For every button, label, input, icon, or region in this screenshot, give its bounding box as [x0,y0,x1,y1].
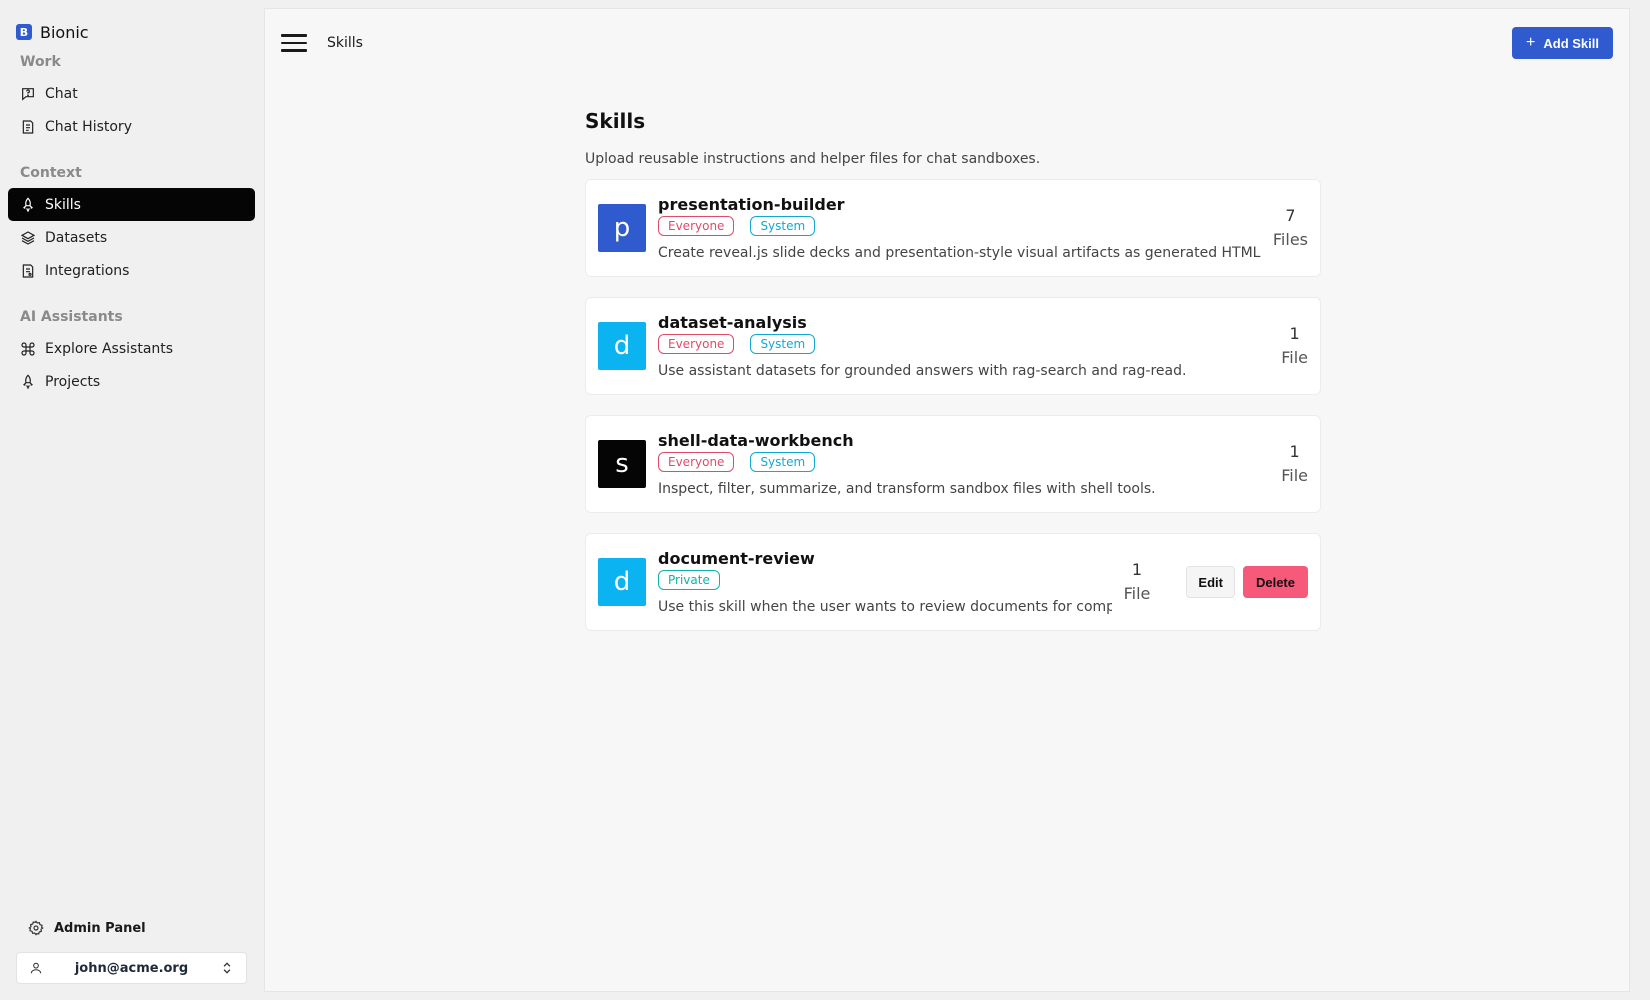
sidebar: B Bionic Work Chat Chat History Context Skil… [0,0,263,1000]
hamburger-icon-line [281,49,307,52]
rocket-icon [20,196,36,213]
user-icon [30,962,42,974]
skill-badges: Everyone System [658,216,1261,236]
section-title: Work [20,54,61,70]
skill-badges: Everyone System [658,334,1269,354]
skill-name: presentation-builder [658,195,845,214]
sidebar-item-label: Chat History [45,118,132,135]
file-count-unit: File [1123,584,1151,603]
sidebar-item-label: Skills [45,196,81,213]
visibility-badge-everyone: Everyone [658,334,735,354]
sidebar-item-datasets[interactable]: Datasets [8,221,255,254]
visibility-badge-private: Private [658,570,720,590]
skill-card[interactable]: s shell-data-workbench Everyone System Inspe… [585,415,1321,513]
skill-info: document-review Private Use this skill whe… [658,549,1112,615]
visibility-badge-system: System [750,216,816,236]
integrations-icon [20,263,36,279]
breadcrumb: Skills [327,35,363,51]
layers-icon [20,230,36,246]
skill-card[interactable]: d document-review Private Use this skill wh… [585,533,1321,631]
skill-description: Use this skill when the user wants to re… [658,599,1112,615]
skill-actions: Edit Delete [1186,566,1308,598]
admin-panel-link[interactable]: Admin Panel [8,915,255,941]
sidebar-item-skills[interactable]: Skills [8,188,255,221]
visibility-badge-system: System [750,334,816,354]
visibility-badge-everyone: Everyone [658,216,735,236]
sidebar-item-label: Explore Assistants [45,340,174,357]
page-subtitle: Upload reusable instructions and helper … [585,151,1041,167]
file-count: 1 File [1124,558,1151,606]
top-bar: Skills + Add Skill [265,9,1629,77]
sidebar-item-projects[interactable]: Projects [8,365,255,398]
menu-toggle-button[interactable] [281,30,307,56]
skill-avatar: d [598,558,646,606]
brand[interactable]: B Bionic [8,0,255,46]
skill-info: shell-data-workbench Everyone System Inspec… [658,431,1269,497]
main-panel: Skills + Add Skill Skills Upload reusabl… [264,8,1630,992]
file-count-unit: File [1281,348,1308,367]
file-count-number: 7 [1285,206,1296,225]
brand-name: Bionic [40,22,89,42]
visibility-badge-everyone: Everyone [658,452,735,472]
edit-button[interactable]: Edit [1186,566,1235,598]
chevron-up-down-icon [223,962,231,974]
file-count-unit: File [1281,466,1308,485]
skill-badges: Private [658,570,1112,590]
visibility-badge-system: System [750,452,816,472]
user-email: john@acme.org [74,960,189,976]
skill-description: Create reveal.js slide decks and present… [658,245,1261,261]
sidebar-nav: Work Chat Chat History Context Skills Dataset… [8,54,255,398]
file-count-number: 1 [1131,560,1143,579]
nav-section: AI Assistants Explore Assistants Projects [8,309,255,398]
sidebar-item-label: Projects [45,373,101,390]
page-title: Skills [585,109,646,133]
command-icon [20,341,36,357]
skill-avatar: p [598,204,646,252]
skill-avatar: s [598,440,646,488]
skill-name: dataset-analysis [658,313,807,332]
skill-card[interactable]: d dataset-analysis Everyone System Use assis… [585,297,1321,395]
file-count-number: 1 [1289,324,1300,343]
hamburger-icon-line [281,41,307,45]
delete-button[interactable]: Delete [1242,566,1308,598]
sidebar-item-explore-assistants[interactable]: Explore Assistants [8,332,255,365]
nav-section: Work Chat Chat History [8,54,255,143]
plus-icon: + [1526,34,1536,51]
skills-content: Skills Upload reusable instructions and … [585,109,1321,651]
skill-badges: Everyone System [658,452,1269,472]
sidebar-item-label: Chat [45,85,78,102]
hamburger-icon [281,34,307,37]
sidebar-item-chat[interactable]: Chat [8,77,255,110]
admin-panel-label: Admin Panel [54,920,146,936]
rocket-icon [20,373,36,390]
add-skill-button[interactable]: + Add Skill [1512,27,1613,59]
add-skill-label: Add Skill [1543,35,1599,51]
skill-card[interactable]: p presentation-builder Everyone System Creat… [585,179,1321,277]
skill-name: shell-data-workbench [658,431,854,450]
sidebar-item-label: Integrations [45,262,130,279]
chat-icon [20,86,36,102]
sidebar-item-label: Datasets [45,229,108,246]
file-count-unit: Files [1272,230,1308,249]
file-count-number: 1 [1289,442,1300,461]
history-icon [20,119,36,135]
section-title: AI Assistants [20,309,123,325]
skill-avatar: d [598,322,646,370]
sidebar-item-integrations[interactable]: Integrations [8,254,255,287]
skill-description: Use assistant datasets for grounded answ… [658,363,1187,379]
file-count: 7 Files [1273,204,1308,252]
skill-info: presentation-builder Everyone System Create… [658,195,1261,261]
file-count: 1 File [1281,440,1308,488]
user-select[interactable]: john@acme.org [16,952,247,984]
gear-icon [28,920,44,936]
file-count: 1 File [1281,322,1308,370]
logo-icon: B [16,24,32,40]
section-title: Context [20,165,82,181]
skills-list: p presentation-builder Everyone System Creat… [585,179,1321,631]
sidebar-item-chat-history[interactable]: Chat History [8,110,255,143]
skill-description: Inspect, filter, summarize, and transfor… [658,481,1156,497]
skill-name: document-review [658,549,815,568]
skill-info: dataset-analysis Everyone System Use assist… [658,313,1269,379]
nav-section: Context Skills Datasets Integrations [8,165,255,287]
